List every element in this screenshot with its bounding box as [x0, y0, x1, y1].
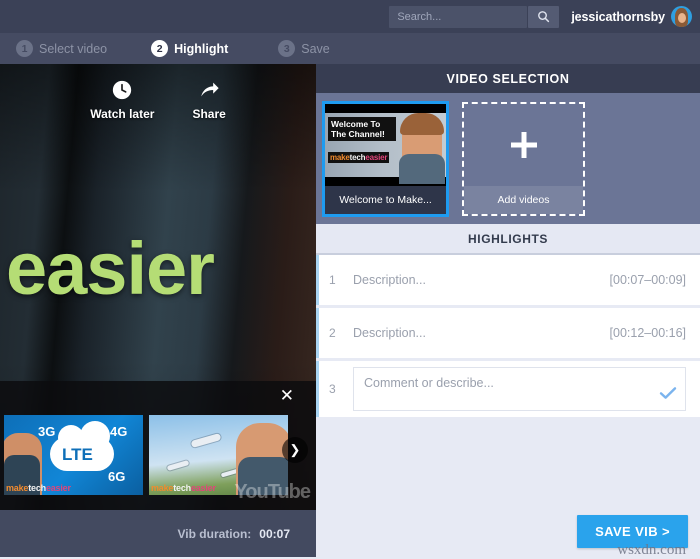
share-arrow-icon [198, 78, 221, 102]
table-row[interactable]: 1 Description... [00:07–00:09] [316, 255, 700, 305]
vib-duration-label: Vib duration: [178, 527, 252, 541]
endscreen-card-lte[interactable]: 3G 4G 6G LTE maketecheasier [4, 415, 143, 495]
share-label: Share [192, 107, 225, 121]
user-name: jessicathornsby [571, 10, 665, 24]
table-row[interactable]: 2 Description... [00:12–00:16] [316, 308, 700, 358]
video-card-title: Welcome to Make... [325, 186, 446, 214]
avatar-face [678, 13, 686, 23]
label-6g: 6G [108, 469, 125, 484]
video-player[interactable]: Watch later Share easier ✕ 3G 4G 6G [0, 64, 316, 557]
step-label: Select video [39, 42, 107, 56]
highlight-new-row: 3 [316, 361, 700, 417]
check-icon[interactable] [659, 386, 677, 405]
brand-watermark: maketecheasier [6, 483, 71, 493]
top-bar: jessicathornsby [0, 0, 700, 33]
brand-watermark: maketecheasier [151, 483, 216, 493]
add-videos-tile[interactable]: Add videos [462, 102, 585, 216]
step-save[interactable]: 3 Save [278, 40, 330, 57]
step-highlight[interactable]: 2 Highlight [151, 40, 228, 57]
step-select-video[interactable]: 1 Select video [16, 40, 107, 57]
close-icon[interactable]: ✕ [280, 387, 294, 404]
video-card-selected[interactable]: Welcome To The Channel! maketecheasier W… [322, 101, 449, 217]
action-bar: SAVE VIB > wsxdn.com [316, 505, 700, 557]
comment-field-wrap[interactable] [353, 367, 686, 411]
highlight-index: 2 [329, 326, 353, 340]
video-selection-header: VIDEO SELECTION [316, 64, 700, 93]
youtube-watermark: YouTube [234, 481, 310, 504]
highlights-header: HIGHLIGHTS [316, 224, 700, 255]
player-footer: Vib duration: 00:07 [0, 510, 316, 557]
video-caption-text: easier [6, 232, 316, 306]
video-selection-body: Welcome To The Channel! maketecheasier W… [316, 93, 700, 224]
search-input[interactable] [389, 6, 527, 28]
highlight-description[interactable]: Description... [353, 326, 610, 340]
highlight-timestamp: [00:12–00:16] [610, 326, 686, 340]
highlights-list: 1 Description... [00:07–00:09] 2 Descrip… [316, 255, 700, 417]
watch-later-label: Watch later [90, 107, 154, 121]
right-column: VIDEO SELECTION Welcome To The Channel! … [316, 64, 700, 557]
brand-watermark: maketecheasier [328, 152, 389, 163]
player-actions: Watch later Share [0, 78, 316, 121]
highlight-description[interactable]: Description... [353, 273, 610, 287]
highlight-index: 3 [329, 382, 353, 396]
spacer [316, 420, 700, 505]
search-box [389, 6, 559, 28]
step-label: Highlight [174, 42, 228, 56]
comment-input[interactable] [354, 368, 685, 398]
plus-icon [464, 104, 583, 186]
step-number: 1 [16, 40, 33, 57]
watch-later-button[interactable]: Watch later [90, 78, 154, 121]
vib-duration: Vib duration: 00:07 [178, 527, 290, 541]
search-icon [537, 10, 550, 23]
label-4g: 4G [110, 424, 127, 439]
clock-icon [111, 78, 133, 102]
highlight-timestamp: [00:07–00:09] [610, 273, 686, 287]
search-button[interactable] [528, 6, 559, 28]
app-root: jessicathornsby 1 Select video 2 Highlig… [0, 0, 700, 557]
step-label: Save [301, 42, 330, 56]
share-button[interactable]: Share [192, 78, 225, 121]
label-lte: LTE [62, 445, 93, 465]
video-thumbnail: Welcome To The Channel! maketecheasier [325, 104, 446, 186]
person-figure [402, 116, 442, 178]
user-menu[interactable]: jessicathornsby [571, 6, 692, 27]
save-vib-button[interactable]: SAVE VIB > [577, 515, 688, 548]
video-endscreen: ✕ 3G 4G 6G LTE maketecheasier [0, 381, 316, 510]
label-3g: 3G [38, 424, 55, 439]
step-number: 2 [151, 40, 168, 57]
thumbnail-title: Welcome To The Channel! [328, 117, 396, 141]
chevron-right-icon[interactable]: ❯ [282, 437, 308, 463]
add-videos-label: Add videos [464, 186, 583, 214]
avatar[interactable] [671, 6, 692, 27]
vib-duration-value: 00:07 [259, 527, 290, 541]
highlight-index: 1 [329, 273, 353, 287]
wizard-stepper: 1 Select video 2 Highlight 3 Save [0, 33, 700, 64]
step-number: 3 [278, 40, 295, 57]
